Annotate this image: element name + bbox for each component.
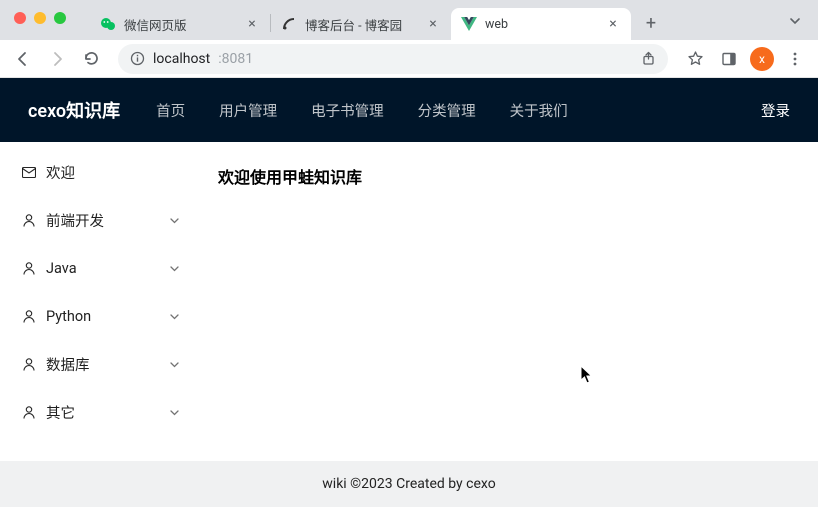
main-content: 欢迎使用甲蛙知识库 — [200, 142, 818, 461]
nav-category-mgmt[interactable]: 分类管理 — [418, 100, 476, 121]
bookmark-button[interactable] — [682, 46, 708, 72]
share-icon[interactable] — [641, 51, 656, 66]
sidebar-item-label: 前端开发 — [46, 210, 104, 231]
app-footer: wiki ©2023 Created by cexo — [0, 461, 818, 507]
user-icon — [22, 214, 36, 227]
chevron-down-icon — [169, 263, 180, 274]
close-icon[interactable]: × — [425, 16, 441, 32]
nav-ebook-mgmt[interactable]: 电子书管理 — [311, 100, 384, 121]
sidebar-item-label: Python — [46, 308, 91, 325]
chevron-down-icon — [169, 215, 180, 226]
sidebar-item-label: Java — [46, 260, 77, 277]
nav-user-mgmt[interactable]: 用户管理 — [219, 100, 277, 121]
mail-icon — [22, 167, 36, 178]
user-icon — [22, 358, 36, 371]
url-port: :8081 — [218, 51, 253, 67]
app-viewport: cexo知识库 首页 用户管理 电子书管理 分类管理 关于我们 登录 欢迎 前端… — [0, 78, 818, 507]
sidebar-item-welcome[interactable]: 欢迎 — [0, 148, 200, 196]
window-maximize-button[interactable] — [54, 12, 66, 24]
window-close-button[interactable] — [14, 12, 26, 24]
chevron-down-icon — [169, 311, 180, 322]
sidebar-item-other[interactable]: 其它 — [0, 388, 200, 436]
window-minimize-button[interactable] — [34, 12, 46, 24]
nav-home[interactable]: 首页 — [156, 100, 185, 121]
forward-button[interactable] — [44, 46, 70, 72]
app-body: 欢迎 前端开发 Java Python — [0, 142, 818, 461]
back-button[interactable] — [10, 46, 36, 72]
chevron-down-icon — [169, 359, 180, 370]
vue-icon — [461, 16, 477, 32]
side-panel-button[interactable] — [716, 46, 742, 72]
chevron-down-icon — [169, 407, 180, 418]
sidebar-item-label: 欢迎 — [46, 162, 75, 183]
tab-title: 微信网页版 — [124, 15, 236, 34]
sidebar-item-frontend[interactable]: 前端开发 — [0, 196, 200, 244]
browser-toolbar: localhost :8081 x — [0, 40, 818, 78]
wechat-icon — [100, 16, 116, 32]
app-header: cexo知识库 首页 用户管理 电子书管理 分类管理 关于我们 登录 — [0, 78, 818, 142]
sidebar: 欢迎 前端开发 Java Python — [0, 142, 200, 461]
tab-title: 博客后台 - 博客园 — [305, 15, 417, 34]
nav-about[interactable]: 关于我们 — [510, 100, 568, 121]
close-icon[interactable]: × — [605, 16, 621, 32]
user-icon — [22, 406, 36, 419]
footer-text: wiki ©2023 Created by cexo — [322, 476, 495, 492]
window-controls — [14, 12, 66, 24]
close-icon[interactable]: × — [244, 16, 260, 32]
address-bar[interactable]: localhost :8081 — [118, 44, 668, 74]
sidebar-item-label: 数据库 — [46, 354, 90, 375]
user-icon — [22, 262, 36, 275]
site-info-icon[interactable] — [130, 51, 145, 66]
new-tab-button[interactable]: + — [637, 9, 665, 37]
avatar-letter: x — [759, 52, 765, 66]
sidebar-item-python[interactable]: Python — [0, 292, 200, 340]
app-logo[interactable]: cexo知识库 — [28, 97, 120, 123]
login-link[interactable]: 登录 — [761, 100, 790, 121]
browser-tab-cnblogs[interactable]: 博客后台 - 博客园 × — [271, 8, 451, 40]
app-nav: 首页 用户管理 电子书管理 分类管理 关于我们 — [156, 100, 568, 121]
page-title: 欢迎使用甲蛙知识库 — [218, 164, 800, 188]
sidebar-item-java[interactable]: Java — [0, 244, 200, 292]
browser-tab-wechat[interactable]: 微信网页版 × — [90, 8, 270, 40]
url-host: localhost — [153, 51, 210, 67]
sidebar-item-label: 其它 — [46, 402, 75, 423]
sidebar-item-database[interactable]: 数据库 — [0, 340, 200, 388]
browser-tabs: 微信网页版 × 博客后台 - 博客园 × web × + — [90, 6, 665, 40]
cnblogs-icon — [281, 16, 297, 32]
tab-overflow-button[interactable] — [788, 14, 802, 28]
tab-title: web — [485, 17, 597, 32]
browser-title-bar: 微信网页版 × 博客后台 - 博客园 × web × + — [0, 0, 818, 40]
user-icon — [22, 310, 36, 323]
reload-button[interactable] — [78, 46, 104, 72]
browser-menu-button[interactable] — [782, 46, 808, 72]
browser-tab-web[interactable]: web × — [451, 8, 631, 40]
profile-avatar[interactable]: x — [750, 47, 774, 71]
